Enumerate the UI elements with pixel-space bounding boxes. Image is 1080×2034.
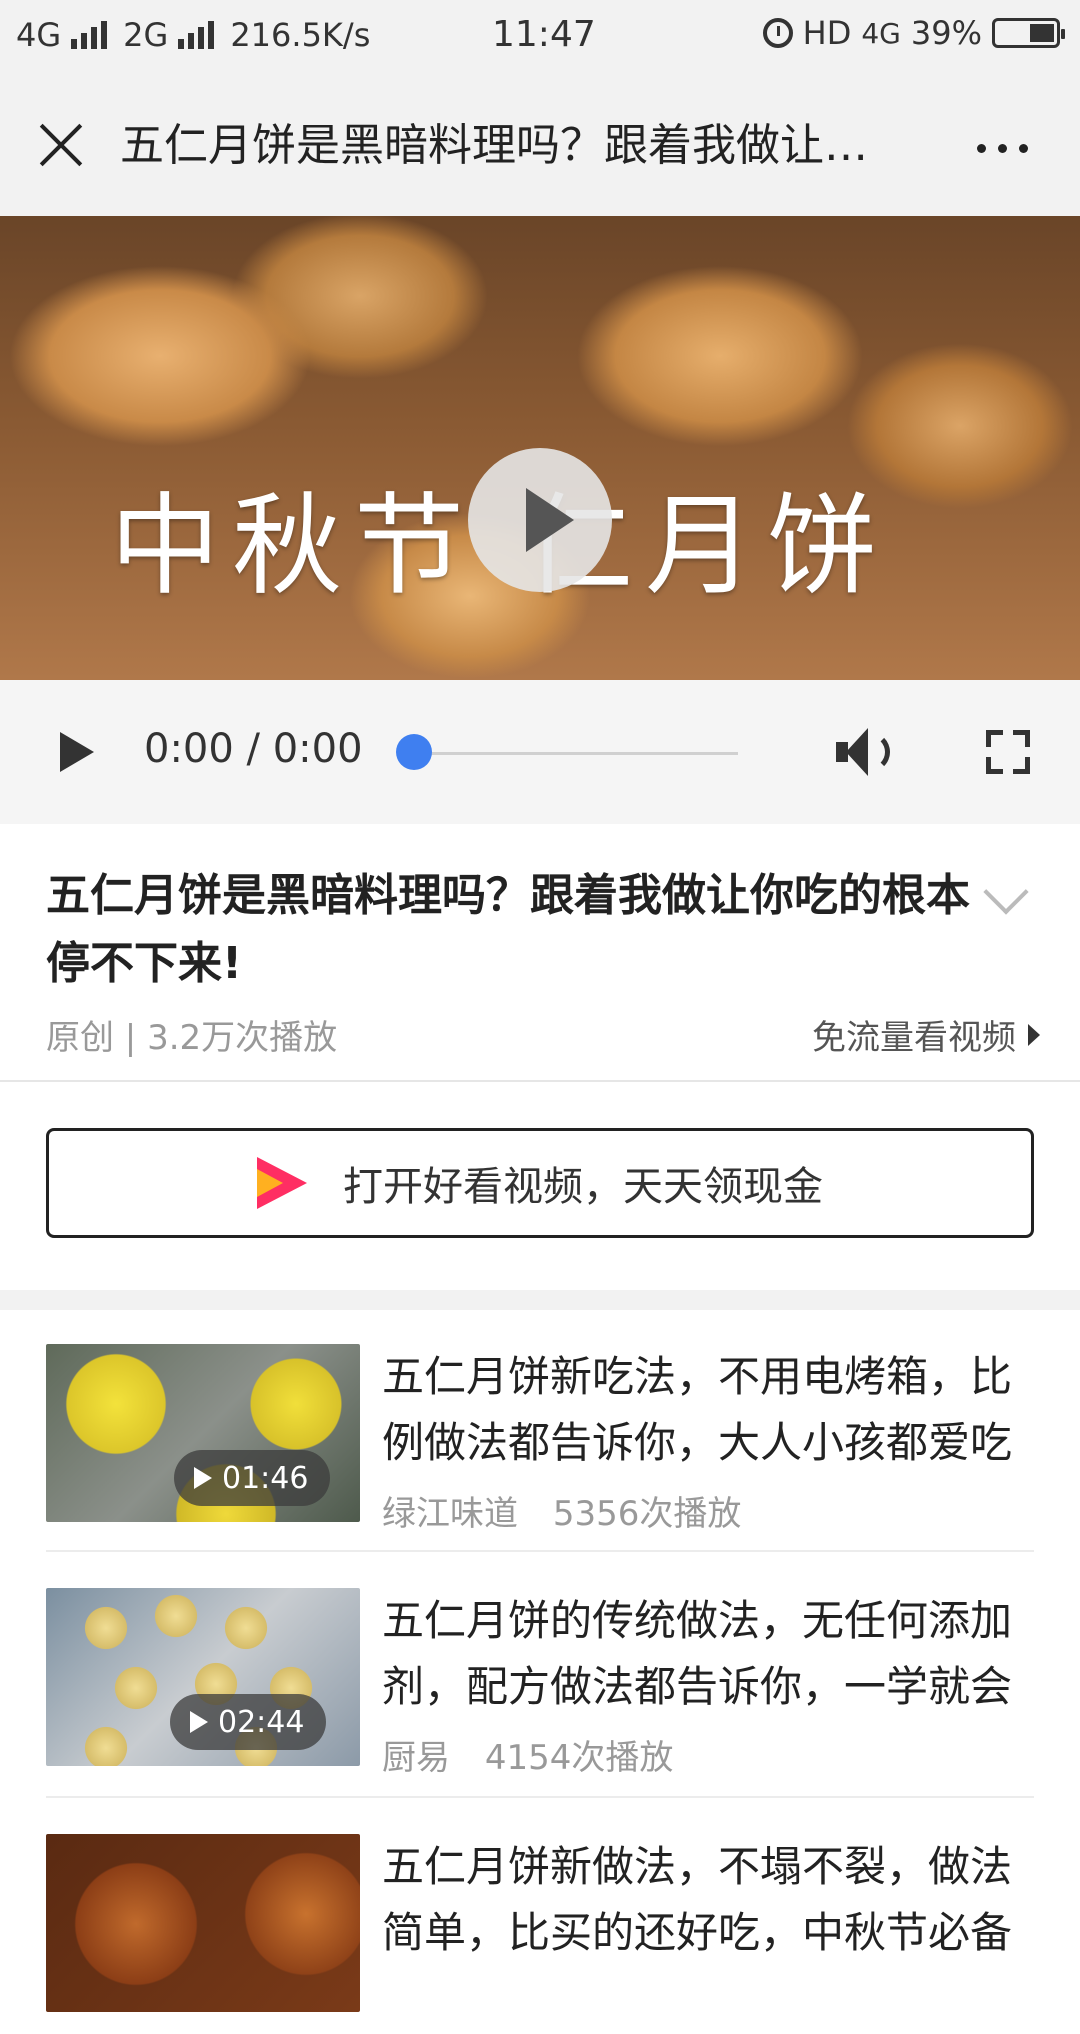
- divider: [46, 1796, 1034, 1798]
- volume-icon[interactable]: [836, 726, 896, 778]
- related-video-item[interactable]: 02:44 五仁月饼的传统做法，无任何添加剂，配方做法都告诉你，一学就会 厨易 …: [46, 1588, 1034, 1788]
- video-thumbnail: 01:46: [46, 1344, 360, 1522]
- network-speed: 216.5K/s: [230, 16, 371, 54]
- related-video-item[interactable]: 01:46 五仁月饼新吃法，不用电烤箱，比例做法都告诉你，大人小孩都爱吃 绿江味…: [46, 1344, 1034, 1544]
- play-button-large[interactable]: [468, 448, 612, 592]
- hd-label: HD: [802, 14, 852, 52]
- divider: [46, 1550, 1034, 1552]
- duration-badge: 02:44: [170, 1694, 327, 1750]
- battery-icon: [992, 18, 1065, 48]
- arrow-right-icon: [1028, 1023, 1040, 1046]
- play-icon[interactable]: [58, 732, 98, 772]
- duration-label: 01:46: [222, 1460, 309, 1496]
- video-player[interactable]: 中秋节 仁月饼: [0, 216, 1080, 680]
- signal-icon-2: [178, 21, 215, 49]
- duration-badge: 01:46: [174, 1450, 331, 1506]
- open-app-button[interactable]: 打开好看视频，天天领现金: [46, 1128, 1034, 1238]
- video-controls: 0:00 / 0:00: [0, 680, 1080, 824]
- free-flow-link[interactable]: 免流量看视频: [812, 1010, 1040, 1059]
- video-thumbnail: 02:44: [46, 1588, 360, 1766]
- free-flow-label: 免流量看视频: [812, 1018, 1016, 1058]
- nav-title: 五仁月饼是黑暗料理吗？跟着我做让你吃的根本停不下来！: [120, 120, 900, 171]
- network-type-1: 4G: [16, 16, 62, 54]
- related-title: 五仁月饼新吃法，不用电烤箱，比例做法都告诉你，大人小孩都爱吃: [382, 1352, 1013, 1467]
- playback-time: 0:00 / 0:00: [144, 726, 363, 772]
- progress-bar[interactable]: [414, 752, 738, 755]
- related-title: 五仁月饼的传统做法，无任何添加剂，配方做法都告诉你，一学就会: [382, 1596, 1013, 1711]
- related-plays: 4154次播放: [484, 1738, 674, 1778]
- related-author: 绿江味道: [382, 1494, 518, 1534]
- related-author: 厨易: [382, 1738, 450, 1778]
- battery-percent: 39%: [910, 14, 982, 52]
- play-icon: [190, 1711, 208, 1733]
- duration-label: 02:44: [218, 1704, 305, 1740]
- related-video-item[interactable]: 五仁月饼新做法，不塌不裂，做法简单，比买的还好吃，中秋节必备: [46, 1834, 1034, 2034]
- related-title: 五仁月饼新做法，不塌不裂，做法简单，比买的还好吃，中秋节必备: [382, 1842, 1013, 1957]
- status-right: HD 4G 39%: [762, 14, 1065, 52]
- related-meta: 厨易 4154次播放: [382, 1730, 673, 1779]
- nav-bar: 五仁月饼是黑暗料理吗？跟着我做让你吃的根本停不下来！: [0, 74, 1080, 216]
- net-4g-label: 4G: [861, 16, 901, 50]
- video-thumbnail: [46, 1834, 360, 2012]
- play-icon: [194, 1467, 212, 1489]
- alarm-icon: [762, 18, 793, 48]
- progress-handle[interactable]: [396, 734, 432, 770]
- open-app-label: 打开好看视频，天天领现金: [343, 1164, 823, 1210]
- related-plays: 5356次播放: [552, 1494, 742, 1534]
- network-type-2: 2G: [123, 16, 169, 54]
- close-icon[interactable]: [36, 120, 86, 170]
- divider: [0, 1080, 1080, 1082]
- status-bar: 4G 2G 216.5K/s 11:47 HD 4G 39%: [0, 0, 1080, 74]
- chevron-down-icon[interactable]: [983, 869, 1029, 915]
- video-meta: 原创 | 3.2万次播放: [46, 1018, 338, 1058]
- related-meta: 绿江味道 5356次播放: [382, 1486, 741, 1535]
- status-left: 4G 2G 216.5K/s: [16, 16, 370, 54]
- clock-time: 11:47: [492, 14, 596, 55]
- signal-icon: [71, 21, 108, 49]
- video-title: 五仁月饼是黑暗料理吗？跟着我做让你吃的根本停不下来!: [46, 870, 970, 989]
- app-logo-icon: [257, 1157, 307, 1209]
- section-gap: [0, 1290, 1080, 1310]
- more-icon[interactable]: [977, 144, 1028, 153]
- fullscreen-icon[interactable]: [986, 730, 1030, 774]
